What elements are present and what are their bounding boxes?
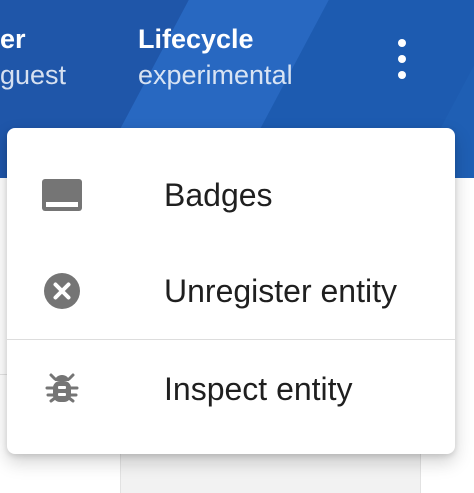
badge-icon [40,173,84,217]
menu-item-label: Badges [164,177,273,213]
app-viewport: er guest Lifecycle experimental Badges U… [0,0,474,493]
owner-metadata: er guest [0,23,110,91]
lifecycle-label: Lifecycle [138,24,254,54]
more-vert-icon[interactable] [384,37,420,81]
owner-label: er [0,24,26,54]
menu-item-inspect-entity[interactable]: Inspect entity [7,340,455,438]
menu-item-badges[interactable]: Badges [7,146,455,244]
cancel-circle-icon [40,269,84,313]
owner-value: guest [0,60,67,90]
lifecycle-value: experimental [138,60,293,90]
menu-item-label: Unregister entity [164,273,397,309]
kebab-dot [398,71,406,79]
kebab-dot [398,39,406,47]
lifecycle-metadata: Lifecycle experimental [138,23,348,91]
kebab-dot [398,55,406,63]
menu-item-unregister-entity[interactable]: Unregister entity [7,242,455,340]
entity-actions-menu: Badges Unregister entity Inspect entity [7,128,455,454]
menu-item-label: Inspect entity [164,371,353,407]
bug-icon [40,367,84,411]
